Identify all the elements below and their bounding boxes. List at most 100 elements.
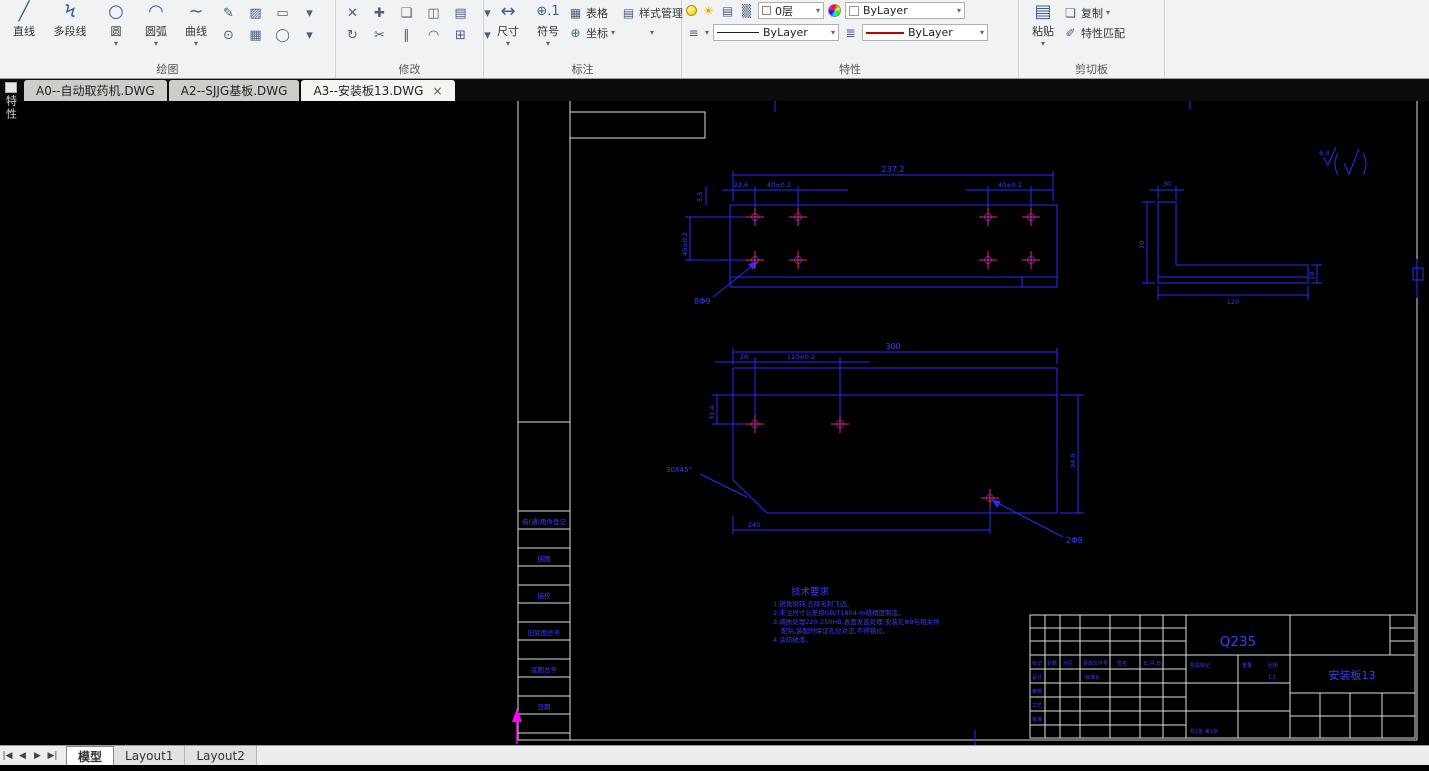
donut-icon[interactable]: ⊙ <box>216 25 241 45</box>
printer-icon[interactable]: ▤ <box>720 4 735 18</box>
tech-note-line: 配钻,装配时保证孔位对正,不得错位。 <box>781 626 889 635</box>
mirror-icon[interactable]: ◫ <box>421 3 446 23</box>
match-properties-button[interactable]: ✐ 特性匹配 <box>1063 24 1125 41</box>
rectangle-icon[interactable]: ▭ <box>270 3 295 23</box>
title-block-role: 工艺 <box>1032 703 1042 709</box>
arc-tool-button[interactable]: ◠ 圆弧 ▾ <box>136 0 176 48</box>
paste-icon: ▤ <box>1034 1 1052 22</box>
chevron-down-icon[interactable]: ▾ <box>650 28 654 37</box>
chevron-down-icon[interactable]: ▾ <box>194 39 198 48</box>
revision-arrow[interactable] <box>512 708 522 744</box>
tech-notes[interactable]: 技术要求 1.锐角倒钝,去除毛刺飞边。 2.未注尺寸公差按GB/T1804-m级… <box>773 586 940 644</box>
tech-note-line: 4.涂防锈漆。 <box>773 635 812 644</box>
drawing-canvas[interactable]: 借(通)用件登记 描图 描校 旧底图总号 底图总号 日期 237.2 22.6 … <box>0 101 1429 745</box>
next-tab-button[interactable]: ▶ <box>30 751 45 761</box>
pencil-icon[interactable]: ✎ <box>216 3 241 23</box>
spline-tool-button[interactable]: ∼ 曲线 ▾ <box>176 0 216 48</box>
layer-on-icon[interactable] <box>686 5 697 16</box>
erase-icon[interactable]: ✕ <box>340 3 365 23</box>
move-icon[interactable]: ✚ <box>367 3 392 23</box>
chevron-down-icon[interactable]: ▾ <box>1106 8 1110 17</box>
symbol-tool-label: 符号 <box>537 25 559 38</box>
coordinate-tool-button[interactable]: ⊕ 坐标 ▾ <box>568 24 615 41</box>
transparency-icon[interactable]: ▒ <box>739 4 754 18</box>
sun-icon[interactable]: ☀ <box>701 4 716 18</box>
copy-button[interactable]: ❏ 复制 ▾ <box>1063 4 1125 21</box>
side-view[interactable]: 30 70 120 10 <box>1138 180 1322 306</box>
dimension-tool-label: 尺寸 <box>497 25 519 38</box>
centering-marks[interactable] <box>774 101 1424 745</box>
trim-icon[interactable]: ✂ <box>367 25 392 45</box>
linetype-list-icon[interactable]: ≡ <box>686 26 701 40</box>
group-label-modify: 修改 <box>398 63 421 76</box>
linetype-dropdown[interactable]: ByLayer ▾ <box>713 24 840 41</box>
chevron-down-icon[interactable]: ▾ <box>114 39 118 48</box>
hatch-icon[interactable]: ▨ <box>243 3 268 23</box>
collapsed-palette-tab[interactable]: 特性 <box>1 82 20 121</box>
hole-callout-label: 8Φ9 <box>694 297 710 306</box>
circle-tool-button[interactable]: ○ 圆 ▾ <box>96 0 136 48</box>
color-wheel-icon[interactable] <box>828 4 841 17</box>
doc-tab-a0[interactable]: A0--自动取药机.DWG <box>24 80 167 101</box>
chevron-down-icon[interactable]: ▾ <box>506 39 510 48</box>
chevron-down-icon[interactable]: ▾ <box>957 6 961 15</box>
lineweight-list-icon[interactable]: ≣ <box>843 26 858 40</box>
grid-icon[interactable]: ▦ <box>243 25 268 45</box>
roughness-symbol[interactable]: 6.3 <box>1319 146 1367 176</box>
first-tab-button[interactable]: |◀ <box>0 751 15 761</box>
lineweight-dropdown[interactable]: ByLayer ▾ <box>862 24 989 41</box>
table-tool-button[interactable]: ▦ 表格 <box>568 4 615 21</box>
dim-label: 94.9 <box>1069 454 1077 468</box>
style-manager-button[interactable]: ▤ 样式管理 <box>621 4 683 21</box>
chevron-down-icon[interactable]: ▾ <box>1041 39 1045 48</box>
chevron-down-icon[interactable]: ▾ <box>831 28 835 37</box>
doc-tab-a2[interactable]: A2--SJJG基板.DWG <box>168 80 300 101</box>
top-view[interactable]: 237.2 22.6 40±0.2 40±0.2 5.5 40±0.2 8Φ9 <box>681 165 1058 306</box>
layer-dropdown[interactable]: 0层 ▾ <box>758 2 824 19</box>
title-block-header: 签名 <box>1117 660 1127 667</box>
doc-tab-a3-active[interactable]: A3--安装板13.DWG × <box>301 80 455 101</box>
chevron-down-icon[interactable]: ▾ <box>705 28 709 37</box>
model-space-canvas[interactable]: 借(通)用件登记 描图 描校 旧底图总号 底图总号 日期 237.2 22.6 … <box>0 101 1429 745</box>
symbol-tool-button[interactable]: ⊕.1 符号 ▾ <box>528 0 568 48</box>
dim-label: 40±0.2 <box>681 232 689 256</box>
chevron-down-icon[interactable]: ▾ <box>816 6 820 15</box>
front-view[interactable]: 300 20 120±0.2 31.4 94.9 240 30X45° 2Φ9 <box>666 342 1084 545</box>
dim-label: 40±0.2 <box>998 181 1022 189</box>
ellipse-icon[interactable]: ◯ <box>270 25 295 45</box>
array-icon[interactable]: ▤ <box>448 3 473 23</box>
sheet-frame[interactable]: 借(通)用件登记 描图 描校 旧底图总号 底图总号 日期 <box>517 101 1418 741</box>
color-dropdown[interactable]: ByLayer ▾ <box>845 2 965 19</box>
explode-icon[interactable]: ⊞ <box>448 25 473 45</box>
title-block-field: 重量 <box>1242 662 1252 669</box>
title-block[interactable]: Q235 安装板13 标记 处数 分区 更改文件号 签名 年.月.日 设计 审核… <box>1029 614 1416 739</box>
fillet-icon[interactable]: ◠ <box>421 25 446 45</box>
circle-tool-label: 圆 <box>110 25 122 38</box>
chevron-down-icon[interactable]: ▾ <box>611 28 615 37</box>
style-manager-icon: ▤ <box>622 5 635 20</box>
layout2-tab[interactable]: Layout2 <box>185 746 257 765</box>
dim-label: 22.6 <box>734 181 748 189</box>
chevron-down-icon[interactable]: ▾ <box>546 39 550 48</box>
layout1-tab[interactable]: Layout1 <box>114 746 186 765</box>
offset-icon[interactable]: ∥ <box>394 25 419 45</box>
model-tab[interactable]: 模型 <box>66 746 115 765</box>
chevron-down-icon[interactable]: ▾ <box>154 39 158 48</box>
last-tab-button[interactable]: ▶| <box>45 751 60 761</box>
copy-icon[interactable]: ❏ <box>394 3 419 23</box>
paste-button[interactable]: ▤ 粘贴 ▾ <box>1023 0 1063 48</box>
rotate-icon[interactable]: ↻ <box>340 25 365 45</box>
doc-tab-label: A2--SJJG基板.DWG <box>180 84 288 98</box>
symbol-icon: ⊕.1 <box>536 4 560 19</box>
polyline-tool-button[interactable]: Ϟ 多段线 <box>44 0 96 39</box>
close-tab-icon[interactable]: × <box>432 85 442 97</box>
dim-label: 20 <box>740 353 748 361</box>
line-tool-button[interactable]: ╱ 直线 <box>4 0 44 39</box>
current-layer-label: 0层 <box>775 4 793 18</box>
chevron-down-icon[interactable]: ▾ <box>980 28 984 37</box>
dimension-tool-button[interactable]: ↔ 尺寸 ▾ <box>488 0 528 48</box>
chevron-down-icon[interactable]: ▾ <box>297 3 322 23</box>
dim-label: 30 <box>1163 180 1171 188</box>
prev-tab-button[interactable]: ◀ <box>15 751 30 761</box>
chevron-down-icon[interactable]: ▾ <box>297 25 322 45</box>
